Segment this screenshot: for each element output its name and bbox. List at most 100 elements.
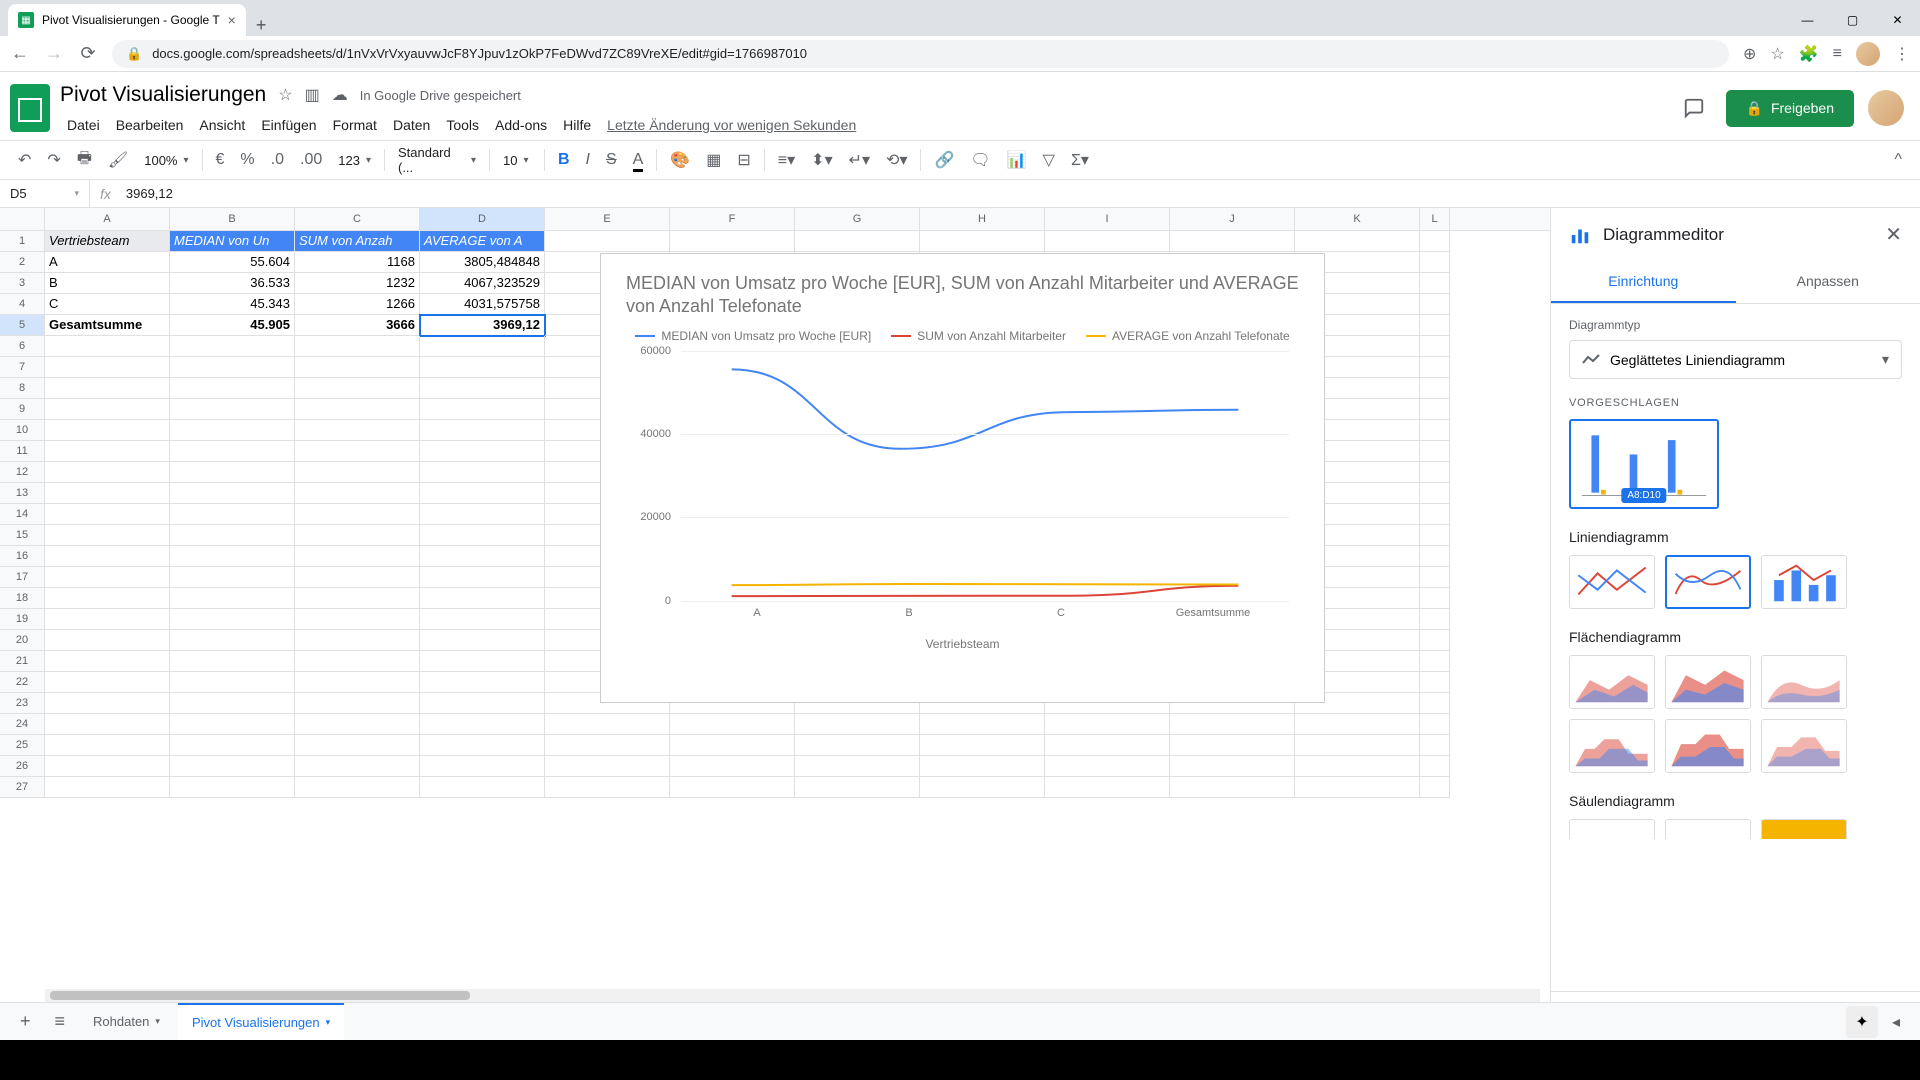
column-header-H[interactable]: H [920,208,1045,230]
cell-L22[interactable] [1420,672,1450,693]
cell-G27[interactable] [795,777,920,798]
menu-einfuegen[interactable]: Einfügen [254,114,323,136]
cell-H24[interactable] [920,714,1045,735]
area-chart-option-4[interactable] [1569,719,1655,773]
cell-L15[interactable] [1420,525,1450,546]
row-header-25[interactable]: 25 [0,735,45,756]
row-header-12[interactable]: 12 [0,462,45,483]
sheets-logo[interactable] [10,84,50,132]
cell-A23[interactable] [45,693,170,714]
forward-button[interactable]: → [44,43,64,64]
text-color-button[interactable]: A [627,146,650,174]
cell-A27[interactable] [45,777,170,798]
cell-B20[interactable] [170,630,295,651]
cell-A8[interactable] [45,378,170,399]
cell-E27[interactable] [545,777,670,798]
cell-D12[interactable] [420,462,545,483]
cell-A7[interactable] [45,357,170,378]
tab-einrichtung[interactable]: Einrichtung [1551,261,1736,303]
row-header-17[interactable]: 17 [0,567,45,588]
cell-D5[interactable]: 3969,12 [420,315,545,336]
column-header-F[interactable]: F [670,208,795,230]
column-chart-option-3[interactable] [1761,819,1847,839]
cell-C7[interactable] [295,357,420,378]
cell-E24[interactable] [545,714,670,735]
cell-D25[interactable] [420,735,545,756]
cell-D22[interactable] [420,672,545,693]
merge-button[interactable]: ⊟ [731,145,756,175]
cell-A12[interactable] [45,462,170,483]
cell-C3[interactable]: 1232 [295,273,420,294]
column-header-B[interactable]: B [170,208,295,230]
zoom-icon[interactable]: ⊕ [1743,44,1756,64]
cell-A15[interactable] [45,525,170,546]
cell-A4[interactable]: C [45,294,170,315]
reload-button[interactable]: ⟳ [78,43,98,64]
select-all-corner[interactable] [0,208,45,230]
embedded-chart[interactable]: MEDIAN von Umsatz pro Woche [EUR], SUM v… [600,253,1325,703]
cell-C24[interactable] [295,714,420,735]
chart-insert-button[interactable]: 📊 [1001,145,1033,175]
column-header-J[interactable]: J [1170,208,1295,230]
row-header-15[interactable]: 15 [0,525,45,546]
sheet-tab-pivot[interactable]: Pivot Visualisierungen [178,1003,344,1041]
row-header-13[interactable]: 13 [0,483,45,504]
cell-L13[interactable] [1420,483,1450,504]
cell-A9[interactable] [45,399,170,420]
cell-C11[interactable] [295,441,420,462]
filter-button[interactable]: ▽ [1037,145,1061,175]
borders-button[interactable]: ▦ [700,145,727,175]
cell-G24[interactable] [795,714,920,735]
cell-D24[interactable] [420,714,545,735]
cell-E1[interactable] [545,231,670,252]
cell-I26[interactable] [1045,756,1170,777]
cell-D1[interactable]: AVERAGE von A [420,231,545,252]
cell-B1[interactable]: MEDIAN von Un [170,231,295,252]
cell-L23[interactable] [1420,693,1450,714]
print-button[interactable]: 🖶 [71,142,98,179]
cell-L21[interactable] [1420,651,1450,672]
cell-A5[interactable]: Gesamtsumme [45,315,170,336]
cell-B5[interactable]: 45.905 [170,315,295,336]
redo-button[interactable]: ↷ [41,145,66,175]
menu-hilfe[interactable]: Hilfe [556,114,598,136]
cell-A2[interactable]: A [45,252,170,273]
cell-I27[interactable] [1045,777,1170,798]
row-header-2[interactable]: 2 [0,252,45,273]
row-header-20[interactable]: 20 [0,630,45,651]
cell-B17[interactable] [170,567,295,588]
cell-A26[interactable] [45,756,170,777]
name-box[interactable]: D5 [0,180,90,207]
cell-E25[interactable] [545,735,670,756]
strikethrough-button[interactable]: S [600,146,623,174]
cell-C20[interactable] [295,630,420,651]
column-header-E[interactable]: E [545,208,670,230]
cell-F27[interactable] [670,777,795,798]
address-bar[interactable]: 🔒 docs.google.com/spreadsheets/d/1nVxVrV… [112,40,1729,68]
cell-L1[interactable] [1420,231,1450,252]
undo-button[interactable]: ↶ [12,145,37,175]
cell-C23[interactable] [295,693,420,714]
cell-L6[interactable] [1420,336,1450,357]
column-chart-option-2[interactable] [1665,819,1751,839]
cell-L25[interactable] [1420,735,1450,756]
cell-K26[interactable] [1295,756,1420,777]
column-header-D[interactable]: D [420,208,545,230]
cell-A1[interactable]: Vertriebsteam [45,231,170,252]
cell-C19[interactable] [295,609,420,630]
cloud-icon[interactable]: ☁ [332,85,348,105]
horizontal-scrollbar[interactable] [45,989,1540,1002]
last-edit-link[interactable]: Letzte Änderung vor wenigen Sekunden [600,114,863,136]
cell-B23[interactable] [170,693,295,714]
cell-C12[interactable] [295,462,420,483]
wrap-button[interactable]: ↵▾ [843,145,876,175]
row-header-22[interactable]: 22 [0,672,45,693]
cell-D27[interactable] [420,777,545,798]
percent-button[interactable]: % [234,146,260,174]
font-select[interactable]: Standard (... [392,141,482,179]
cell-L14[interactable] [1420,504,1450,525]
new-tab-button[interactable]: + [246,15,277,36]
cell-G1[interactable] [795,231,920,252]
cell-D9[interactable] [420,399,545,420]
cell-C10[interactable] [295,420,420,441]
